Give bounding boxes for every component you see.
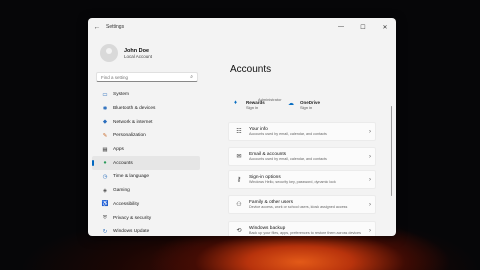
sidebar-item-bluetooth-devices[interactable]: ✱ Bluetooth & devices xyxy=(92,102,200,116)
sidebar-item-privacy-security[interactable]: ⛨ Privacy & security xyxy=(92,211,200,225)
brush-icon: ✎ xyxy=(102,132,108,139)
window-title: Settings xyxy=(106,24,125,30)
rewards-icon: ♦ xyxy=(234,100,238,106)
maximize-button[interactable]: ☐ xyxy=(352,24,374,31)
sidebar-item-apps[interactable]: ▦ Apps xyxy=(92,143,200,157)
settings-window: ← Settings — ☐ ✕ John Doe Local Account … xyxy=(88,18,396,236)
system-icon: ▭ xyxy=(102,91,108,98)
card-description: Back up your files, apps, preferences to… xyxy=(249,230,361,235)
sidebar-item-time-language[interactable]: ◷ Time & language xyxy=(92,170,200,184)
card-text: Family & other users Device access, work … xyxy=(249,200,365,209)
chevron-right-icon: › xyxy=(369,176,371,183)
people-icon: ⚇ xyxy=(236,202,242,208)
sidebar-item-label: System xyxy=(113,92,129,98)
apps-icon: ▦ xyxy=(102,146,108,153)
sidebar-item-label: Accessibility xyxy=(113,201,140,207)
card-email-accounts[interactable]: ✉ Email & accounts Accounts used by email,… xyxy=(228,147,376,166)
clock-icon: ◷ xyxy=(102,173,108,180)
sidebar-item-label: Gaming xyxy=(113,188,130,194)
card-description: Accounts used by email, calendar, and co… xyxy=(249,131,327,136)
scrollbar[interactable] xyxy=(390,106,392,196)
minimize-button[interactable]: — xyxy=(330,24,352,30)
wifi-icon: ◆ xyxy=(102,119,108,126)
accessibility-icon: ♿ xyxy=(101,201,109,208)
card-description: Accounts used by email, calendar, and co… xyxy=(249,156,327,161)
sidebar-item-label: Network & internet xyxy=(113,119,153,125)
title-bar: ← Settings — ☐ ✕ xyxy=(88,18,396,36)
chevron-right-icon: › xyxy=(369,201,371,208)
sidebar-item-label: Time & language xyxy=(113,174,150,180)
card-text: Windows backup Back up your files, apps, … xyxy=(249,226,365,235)
card-text: Your info Accounts used by email, calenda… xyxy=(249,127,365,136)
chevron-right-icon: › xyxy=(369,128,371,135)
sidebar-item-network-internet[interactable]: ◆ Network & internet xyxy=(92,115,200,129)
sidebar-item-label: Privacy & security xyxy=(113,215,152,221)
sidebar-item-label: Accounts xyxy=(113,160,133,166)
sidebar: John Doe Local Account Find a setting ⌕ … xyxy=(88,36,204,236)
card-text: Email & accounts Accounts used by email, … xyxy=(249,152,365,161)
sidebar-item-accounts[interactable]: ● Accounts xyxy=(92,156,200,171)
user-profile[interactable]: John Doe Local Account xyxy=(88,36,204,66)
user-account-type: Local Account xyxy=(124,53,153,59)
search-icon: ⌕ xyxy=(190,74,193,80)
card-text: Sign-in options Windows Hello, security k… xyxy=(249,175,365,184)
search-placeholder: Find a setting xyxy=(101,74,129,80)
onedrive-signin: Sign in xyxy=(300,105,313,110)
chevron-right-icon: › xyxy=(369,153,371,160)
card-windows-backup[interactable]: ⟲ Windows backup Back up your files, apps,… xyxy=(228,221,376,236)
person-icon: ● xyxy=(103,160,107,167)
card-sign-in-options[interactable]: ⚷ Sign-in options Windows Hello, security … xyxy=(228,170,376,189)
sidebar-item-label: Apps xyxy=(113,147,124,153)
main-content: Accounts Administrator ♦ Rewards Sign in… xyxy=(228,36,396,236)
sidebar-item-label: Windows Update xyxy=(113,229,150,235)
sidebar-item-system[interactable]: ▭ System xyxy=(92,88,200,102)
sidebar-item-label: Personalization xyxy=(113,133,146,139)
onedrive-link[interactable]: ☁ OneDrive Sign in xyxy=(288,100,320,110)
card-family-other-users[interactable]: ⚇ Family & other users Device access, work… xyxy=(228,195,376,214)
sidebar-nav: ▭ System ✱ Bluetooth & devices ◆ Network & in… xyxy=(88,88,204,236)
bluetooth-icon: ✱ xyxy=(102,105,108,112)
shield-icon: ⛨ xyxy=(102,214,108,221)
avatar xyxy=(100,44,118,62)
sidebar-item-gaming[interactable]: ◈ Gaming xyxy=(92,184,200,198)
onedrive-icon: ☁ xyxy=(288,101,294,107)
sidebar-item-accessibility[interactable]: ♿ Accessibility xyxy=(92,198,200,212)
sidebar-item-windows-update[interactable]: ↻ Windows Update xyxy=(92,225,200,236)
key-icon: ⚷ xyxy=(236,177,242,183)
gaming-icon: ◈ xyxy=(102,187,108,194)
update-icon: ↻ xyxy=(102,228,108,235)
page-title: Accounts xyxy=(230,64,272,75)
card-description: Windows Hello, security key, password, d… xyxy=(249,179,336,184)
backup-icon: ⟲ xyxy=(236,228,242,234)
sidebar-item-personalization[interactable]: ✎ Personalization xyxy=(92,129,200,143)
rewards-link[interactable]: ♦ Rewards Sign in xyxy=(234,100,265,110)
rewards-signin: Sign in xyxy=(246,105,259,110)
close-button[interactable]: ✕ xyxy=(374,24,396,31)
card-your-info[interactable]: ☷ Your info Accounts used by email, calend… xyxy=(228,122,376,141)
back-button[interactable]: ← xyxy=(88,24,106,31)
user-name: John Doe xyxy=(124,47,150,54)
mail-icon: ✉ xyxy=(236,154,242,160)
search-input[interactable]: Find a setting ⌕ xyxy=(96,72,198,82)
sidebar-item-label: Bluetooth & devices xyxy=(113,106,156,112)
id-card-icon: ☷ xyxy=(236,129,242,135)
chevron-right-icon: › xyxy=(369,227,371,234)
card-description: Device access, work or school users, kio… xyxy=(249,204,348,209)
